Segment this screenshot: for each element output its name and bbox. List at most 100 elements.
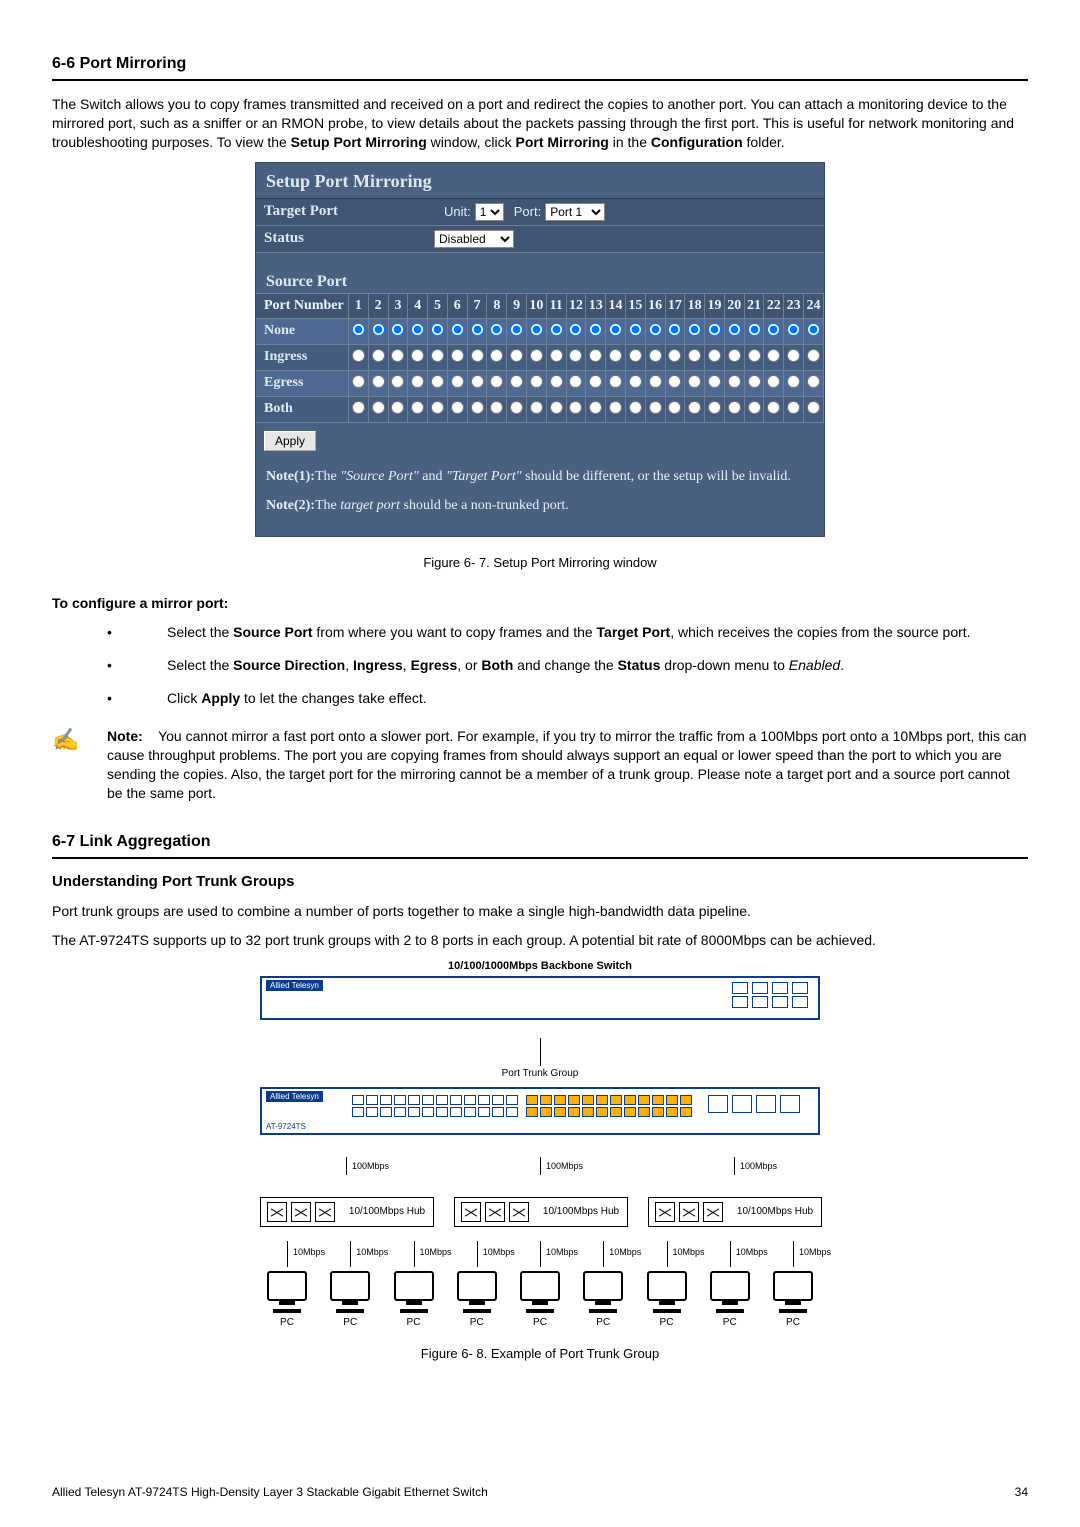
- status-select[interactable]: Disabled: [434, 230, 514, 248]
- source-port-radio[interactable]: [787, 349, 800, 362]
- source-port-radio[interactable]: [708, 349, 721, 362]
- source-port-radio[interactable]: [668, 401, 681, 414]
- source-port-radio[interactable]: [728, 401, 741, 414]
- source-port-radio[interactable]: [510, 375, 523, 388]
- source-port-radio[interactable]: [688, 349, 701, 362]
- source-port-radio[interactable]: [649, 323, 662, 336]
- source-port-radio[interactable]: [728, 323, 741, 336]
- source-port-radio[interactable]: [372, 349, 385, 362]
- source-port-radio[interactable]: [767, 401, 780, 414]
- source-port-radio[interactable]: [411, 401, 424, 414]
- source-port-radio[interactable]: [748, 375, 761, 388]
- source-port-radio[interactable]: [807, 401, 820, 414]
- source-port-radio[interactable]: [569, 349, 582, 362]
- source-port-radio[interactable]: [767, 349, 780, 362]
- source-port-radio[interactable]: [391, 375, 404, 388]
- source-port-radio[interactable]: [451, 375, 464, 388]
- source-port-radio[interactable]: [629, 349, 642, 362]
- source-port-radio[interactable]: [589, 349, 602, 362]
- source-port-radio[interactable]: [372, 375, 385, 388]
- source-port-radio[interactable]: [609, 323, 622, 336]
- source-port-radio[interactable]: [411, 375, 424, 388]
- source-port-radio[interactable]: [708, 401, 721, 414]
- source-port-radio[interactable]: [629, 323, 642, 336]
- source-port-radio[interactable]: [649, 375, 662, 388]
- source-port-radio[interactable]: [748, 401, 761, 414]
- source-port-radio[interactable]: [510, 401, 523, 414]
- source-port-radio[interactable]: [352, 349, 365, 362]
- source-port-radio[interactable]: [530, 401, 543, 414]
- source-port-radio[interactable]: [569, 375, 582, 388]
- source-port-radio[interactable]: [589, 401, 602, 414]
- source-port-radio[interactable]: [471, 323, 484, 336]
- source-port-radio[interactable]: [431, 323, 444, 336]
- port-select[interactable]: Port 1: [545, 203, 605, 221]
- source-port-radio[interactable]: [807, 349, 820, 362]
- source-port-radio[interactable]: [451, 349, 464, 362]
- source-port-radio[interactable]: [451, 401, 464, 414]
- source-port-radio[interactable]: [688, 375, 701, 388]
- source-port-radio[interactable]: [451, 323, 464, 336]
- source-port-radio[interactable]: [708, 323, 721, 336]
- source-port-radio[interactable]: [748, 323, 761, 336]
- source-port-radio[interactable]: [391, 349, 404, 362]
- source-port-radio[interactable]: [352, 375, 365, 388]
- source-port-radio[interactable]: [352, 323, 365, 336]
- source-port-radio[interactable]: [352, 401, 365, 414]
- source-port-radio[interactable]: [550, 349, 563, 362]
- source-port-radio[interactable]: [391, 401, 404, 414]
- source-port-radio[interactable]: [787, 375, 800, 388]
- source-port-radio[interactable]: [569, 401, 582, 414]
- source-port-radio[interactable]: [767, 323, 780, 336]
- source-port-radio[interactable]: [649, 349, 662, 362]
- source-port-radio[interactable]: [807, 323, 820, 336]
- source-port-radio[interactable]: [629, 401, 642, 414]
- source-port-radio[interactable]: [807, 375, 820, 388]
- source-port-radio[interactable]: [431, 349, 444, 362]
- source-port-radio[interactable]: [569, 323, 582, 336]
- source-port-radio[interactable]: [589, 323, 602, 336]
- source-port-radio[interactable]: [589, 375, 602, 388]
- source-port-radio[interactable]: [530, 349, 543, 362]
- source-port-radio[interactable]: [530, 375, 543, 388]
- source-port-radio[interactable]: [471, 349, 484, 362]
- source-port-radio[interactable]: [510, 323, 523, 336]
- source-port-radio[interactable]: [431, 401, 444, 414]
- source-port-radio[interactable]: [372, 401, 385, 414]
- source-port-radio[interactable]: [510, 349, 523, 362]
- source-port-radio[interactable]: [550, 323, 563, 336]
- source-port-radio[interactable]: [668, 375, 681, 388]
- source-port-radio[interactable]: [431, 375, 444, 388]
- source-port-radio[interactable]: [629, 375, 642, 388]
- source-port-radio[interactable]: [411, 349, 424, 362]
- source-port-radio[interactable]: [668, 323, 681, 336]
- source-port-radio[interactable]: [471, 401, 484, 414]
- source-port-radio[interactable]: [372, 323, 385, 336]
- source-port-radio[interactable]: [471, 375, 484, 388]
- source-port-radio[interactable]: [550, 375, 563, 388]
- source-port-radio[interactable]: [787, 401, 800, 414]
- source-port-radio[interactable]: [688, 323, 701, 336]
- source-port-radio[interactable]: [490, 401, 503, 414]
- source-port-radio[interactable]: [530, 323, 543, 336]
- source-port-radio[interactable]: [550, 401, 563, 414]
- source-port-radio[interactable]: [748, 349, 761, 362]
- source-port-radio[interactable]: [767, 375, 780, 388]
- source-port-radio[interactable]: [728, 375, 741, 388]
- source-port-radio[interactable]: [668, 349, 681, 362]
- source-port-radio[interactable]: [688, 401, 701, 414]
- source-port-radio[interactable]: [649, 401, 662, 414]
- source-port-radio[interactable]: [411, 323, 424, 336]
- source-port-radio[interactable]: [787, 323, 800, 336]
- source-port-radio[interactable]: [490, 375, 503, 388]
- source-port-radio[interactable]: [609, 349, 622, 362]
- source-port-radio[interactable]: [708, 375, 721, 388]
- apply-button[interactable]: Apply: [264, 431, 316, 451]
- source-port-radio[interactable]: [391, 323, 404, 336]
- source-port-radio[interactable]: [490, 349, 503, 362]
- source-port-radio[interactable]: [609, 375, 622, 388]
- source-port-radio[interactable]: [609, 401, 622, 414]
- source-port-radio[interactable]: [728, 349, 741, 362]
- unit-select[interactable]: 1: [475, 203, 504, 221]
- source-port-radio[interactable]: [490, 323, 503, 336]
